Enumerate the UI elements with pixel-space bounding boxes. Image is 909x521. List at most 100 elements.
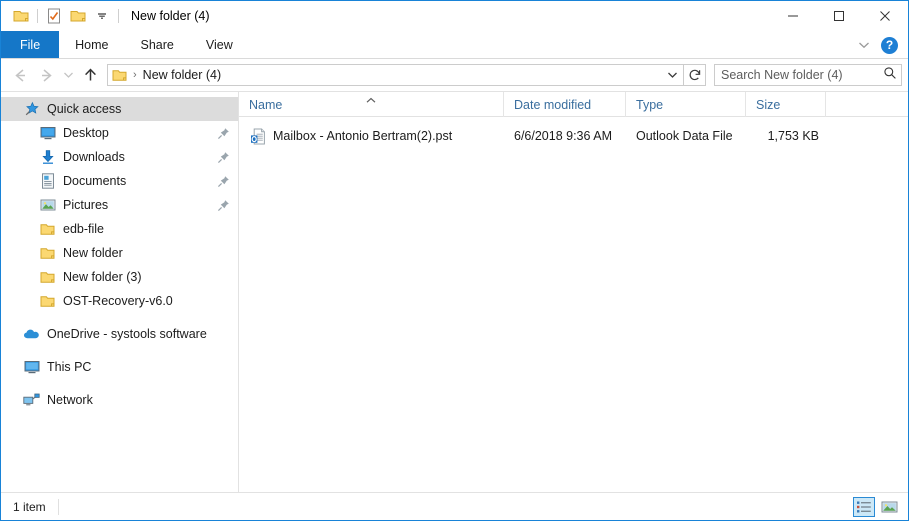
sidebar-item-label: Documents bbox=[63, 174, 127, 188]
pin-icon[interactable] bbox=[217, 127, 230, 140]
file-list-pane: Name Date modified Type Size Mailbox - A… bbox=[239, 92, 908, 492]
minimize-button[interactable] bbox=[770, 1, 816, 31]
file-name-cell: Mailbox - Antonio Bertram(2).pst bbox=[239, 123, 504, 149]
new-folder-icon[interactable] bbox=[66, 5, 90, 27]
column-headers: Name Date modified Type Size bbox=[239, 92, 908, 117]
documents-icon bbox=[39, 173, 56, 190]
recent-locations-chevron-icon[interactable] bbox=[59, 62, 77, 88]
breadcrumb[interactable]: New folder (4) bbox=[143, 68, 222, 82]
column-header-empty[interactable] bbox=[826, 92, 908, 117]
search-box[interactable]: Search New folder (4) bbox=[714, 64, 902, 86]
tab-view[interactable]: View bbox=[190, 31, 249, 58]
folder-icon bbox=[39, 245, 56, 262]
outlook-pst-file-icon bbox=[250, 128, 266, 145]
sidebar-item-this-pc[interactable]: This PC bbox=[1, 355, 238, 379]
tab-home[interactable]: Home bbox=[59, 31, 124, 58]
pin-icon[interactable] bbox=[217, 151, 230, 164]
sidebar-item-documents[interactable]: Documents bbox=[1, 169, 238, 193]
search-icon[interactable] bbox=[883, 66, 897, 85]
large-icons-view-button[interactable] bbox=[878, 497, 900, 517]
folder-icon bbox=[39, 221, 56, 238]
onedrive-icon bbox=[23, 326, 40, 343]
ribbon-right-controls: ? bbox=[853, 31, 904, 59]
quick-access-toolbar bbox=[1, 5, 123, 27]
column-header-label: Size bbox=[756, 97, 781, 112]
sidebar-item-label: Desktop bbox=[63, 126, 109, 140]
file-type-cell: Outlook Data File bbox=[636, 129, 733, 143]
up-button[interactable] bbox=[77, 62, 103, 88]
column-header-name[interactable]: Name bbox=[239, 92, 504, 117]
toolbar-divider bbox=[37, 9, 38, 23]
sidebar-item-ost-recovery[interactable]: OST-Recovery-v6.0 bbox=[1, 289, 238, 313]
tab-file[interactable]: File bbox=[1, 31, 60, 58]
sidebar-item-label: OST-Recovery-v6.0 bbox=[63, 294, 173, 308]
folder-icon bbox=[39, 293, 56, 310]
sidebar-item-onedrive[interactable]: OneDrive - systools software bbox=[1, 322, 238, 346]
sidebar-item-label: Downloads bbox=[63, 150, 125, 164]
status-bar: 1 item bbox=[1, 492, 908, 520]
quick-access-star-icon bbox=[23, 101, 40, 118]
sidebar-item-quick-access[interactable]: Quick access bbox=[1, 97, 238, 121]
column-header-type[interactable]: Type bbox=[626, 92, 746, 117]
properties-icon[interactable] bbox=[42, 5, 66, 27]
customize-chevron-icon[interactable] bbox=[90, 5, 114, 27]
downloads-icon bbox=[39, 149, 56, 166]
file-size-cell: 1,753 KB bbox=[767, 129, 819, 143]
column-header-size[interactable]: Size bbox=[746, 92, 826, 117]
sidebar-item-new-folder-3[interactable]: New folder (3) bbox=[1, 265, 238, 289]
sidebar-item-label: Quick access bbox=[47, 102, 122, 116]
pin-icon[interactable] bbox=[217, 199, 230, 212]
title-bar: New folder (4) bbox=[1, 1, 908, 31]
forward-button[interactable] bbox=[33, 62, 59, 88]
tab-share[interactable]: Share bbox=[125, 31, 190, 58]
view-mode-buttons bbox=[853, 496, 900, 517]
file-date-cell: 6/6/2018 9:36 AM bbox=[514, 129, 612, 143]
refresh-button[interactable] bbox=[684, 64, 706, 86]
file-name-label: Mailbox - Antonio Bertram(2).pst bbox=[273, 129, 453, 143]
chevron-down-icon[interactable] bbox=[853, 34, 875, 56]
sidebar-item-downloads[interactable]: Downloads bbox=[1, 145, 238, 169]
network-icon bbox=[23, 392, 40, 409]
close-button[interactable] bbox=[862, 1, 908, 31]
search-input[interactable]: Search New folder (4) bbox=[721, 68, 883, 82]
sidebar-item-label: This PC bbox=[47, 360, 92, 374]
folder-icon[interactable] bbox=[9, 5, 33, 27]
column-header-label: Name bbox=[249, 97, 283, 112]
pictures-icon bbox=[39, 197, 56, 214]
navigation-bar: › New folder (4) Search New folder (4) bbox=[1, 59, 908, 91]
column-header-label: Type bbox=[636, 97, 664, 112]
sidebar-item-edb-file[interactable]: edb-file bbox=[1, 217, 238, 241]
back-button[interactable] bbox=[7, 62, 33, 88]
address-bar[interactable]: › New folder (4) bbox=[107, 64, 684, 86]
sidebar-item-desktop[interactable]: Desktop bbox=[1, 121, 238, 145]
sidebar-item-pictures[interactable]: Pictures bbox=[1, 193, 238, 217]
pin-icon[interactable] bbox=[217, 175, 230, 188]
item-count-label: 1 item bbox=[13, 499, 46, 514]
help-icon[interactable]: ? bbox=[881, 36, 898, 54]
explorer-body: Quick access Desktop Downloads Documents… bbox=[1, 91, 908, 492]
column-header-date-modified[interactable]: Date modified bbox=[504, 92, 626, 117]
breadcrumb-separator[interactable]: › bbox=[133, 69, 137, 81]
window-controls bbox=[770, 1, 908, 31]
this-pc-icon bbox=[23, 359, 40, 376]
address-chevron-down-icon[interactable] bbox=[663, 65, 681, 85]
table-row[interactable]: Mailbox - Antonio Bertram(2).pst 6/6/201… bbox=[239, 123, 908, 149]
sidebar-item-network[interactable]: Network bbox=[1, 388, 238, 412]
sidebar-item-label: New folder bbox=[63, 246, 123, 260]
details-view-button[interactable] bbox=[853, 496, 875, 517]
sidebar-item-label: Network bbox=[47, 393, 93, 407]
ribbon-tab-bar: File Home Share View ? bbox=[1, 31, 908, 59]
sidebar-item-new-folder[interactable]: New folder bbox=[1, 241, 238, 265]
maximize-button[interactable] bbox=[816, 1, 862, 31]
folder-icon bbox=[39, 269, 56, 286]
navigation-pane: Quick access Desktop Downloads Documents… bbox=[1, 92, 239, 492]
status-divider bbox=[57, 498, 59, 515]
toolbar-divider-2 bbox=[118, 9, 119, 23]
file-explorer-window: New folder (4) File Home Share View ? › … bbox=[0, 0, 909, 521]
column-header-label: Date modified bbox=[514, 97, 592, 112]
sidebar-item-label: edb-file bbox=[63, 222, 104, 236]
sidebar-item-label: OneDrive - systools software bbox=[47, 327, 207, 341]
